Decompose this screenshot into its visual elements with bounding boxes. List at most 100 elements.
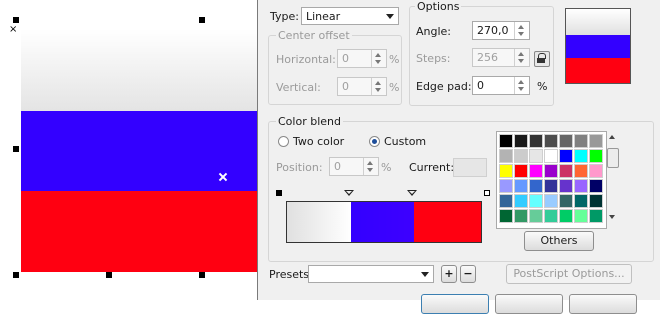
scroll-up-icon[interactable] [609,135,615,139]
palette-swatch[interactable] [514,179,528,193]
type-dropdown[interactable]: Linear [301,7,399,25]
palette-swatch[interactable] [529,134,543,148]
spin-arrows[interactable] [514,22,529,39]
palette-swatch[interactable] [589,149,603,163]
palette-swatch[interactable] [544,134,558,148]
center-offset-title: Center offset [276,29,352,42]
palette-swatch[interactable] [574,209,588,223]
cancel-button[interactable] [495,294,563,314]
scroll-thumb[interactable] [607,148,619,168]
palette-swatch[interactable] [574,149,588,163]
postscript-options-button[interactable]: PostScript Options... [506,264,632,284]
palette-swatch[interactable] [544,179,558,193]
gradient-segment-1 [287,202,351,242]
palette-swatch[interactable] [544,209,558,223]
selection-handle-ml[interactable] [13,146,19,152]
swatch-band-top [566,9,630,35]
palette-swatch[interactable] [559,164,573,178]
palette-swatch[interactable] [559,209,573,223]
palette-scrollbar[interactable] [606,131,619,227]
palette-swatch[interactable] [589,194,603,208]
others-button[interactable]: Others [524,231,594,251]
add-preset-button[interactable]: + [441,265,457,283]
palette-swatch[interactable] [589,209,603,223]
palette-swatch[interactable] [574,194,588,208]
palette-swatch[interactable] [529,149,543,163]
palette-swatch[interactable] [529,209,543,223]
palette-swatch[interactable] [499,149,513,163]
spin-arrows[interactable] [363,158,378,175]
palette-swatch[interactable] [589,179,603,193]
steps-label: Steps: [416,52,451,65]
palette-swatch[interactable] [529,164,543,178]
scroll-down-icon[interactable] [609,215,615,219]
color-palette[interactable] [496,131,607,229]
gradient-object-preview[interactable] [21,29,263,272]
steps-value: 256 [477,51,498,64]
selection-handle-tl[interactable] [13,17,19,23]
palette-swatch[interactable] [559,194,573,208]
palette-swatch[interactable] [529,194,543,208]
palette-swatch[interactable] [499,209,513,223]
selection-handle-br[interactable] [199,272,205,278]
palette-swatch[interactable] [559,179,573,193]
position-spinner[interactable]: 0 [329,157,379,176]
palette-swatch[interactable] [544,194,558,208]
ok-button[interactable] [421,294,489,314]
help-button[interactable] [569,294,637,314]
custom-label[interactable]: Custom [384,135,426,148]
fill-preview-swatch[interactable] [565,8,631,84]
palette-swatch[interactable] [514,209,528,223]
palette-swatch[interactable] [499,164,513,178]
spin-arrows[interactable] [514,49,529,66]
palette-swatch[interactable] [514,194,528,208]
selection-handle-bl[interactable] [13,272,19,278]
center-x-marker[interactable] [218,172,228,182]
palette-swatch[interactable] [559,134,573,148]
options-title: Options [415,0,462,13]
palette-swatch[interactable] [514,164,528,178]
angle-spinner[interactable]: 270,0 [472,21,530,40]
two-color-radio[interactable] [278,136,289,147]
palette-swatch[interactable] [589,164,603,178]
palette-swatch[interactable] [514,134,528,148]
edge-pad-value: 0 [477,79,484,92]
two-color-label[interactable]: Two color [293,135,344,148]
color-stop-marker-2[interactable] [407,190,417,196]
palette-swatch[interactable] [499,134,513,148]
palette-swatch[interactable] [544,164,558,178]
chevron-down-icon [421,272,429,277]
vertical-offset-spinner[interactable]: 0 [337,77,387,96]
gradient-start-node[interactable] [276,190,282,196]
gradient-editor-bar[interactable] [286,201,482,243]
palette-swatch[interactable] [574,134,588,148]
spin-arrows[interactable] [371,78,386,95]
type-value: Linear [306,10,341,23]
palette-swatch[interactable] [499,194,513,208]
custom-radio[interactable] [369,136,380,147]
remove-preset-button[interactable]: − [460,265,476,283]
palette-swatch[interactable] [544,149,558,163]
presets-dropdown[interactable] [308,265,434,283]
palette-swatch[interactable] [574,164,588,178]
current-color-swatch[interactable] [453,158,487,177]
lock-icon[interactable] [534,51,550,67]
selection-handle-tr[interactable] [199,17,205,23]
steps-spinner[interactable]: 256 [472,48,530,67]
vertical-value: 0 [342,80,349,93]
palette-swatch[interactable] [529,179,543,193]
spin-arrows[interactable] [371,50,386,67]
edge-pad-spinner[interactable]: 0 [472,76,530,95]
selection-handle-bm[interactable] [106,272,112,278]
gradient-end-node[interactable] [484,190,490,196]
drawing-canvas[interactable]: × [0,0,263,300]
rotation-marker-icon: × [9,24,18,35]
palette-swatch[interactable] [514,149,528,163]
palette-swatch[interactable] [559,149,573,163]
palette-swatch[interactable] [589,134,603,148]
color-stop-marker-1[interactable] [344,190,354,196]
spin-arrows[interactable] [514,77,529,94]
horizontal-offset-spinner[interactable]: 0 [337,49,387,68]
palette-swatch[interactable] [499,179,513,193]
palette-swatch[interactable] [574,179,588,193]
